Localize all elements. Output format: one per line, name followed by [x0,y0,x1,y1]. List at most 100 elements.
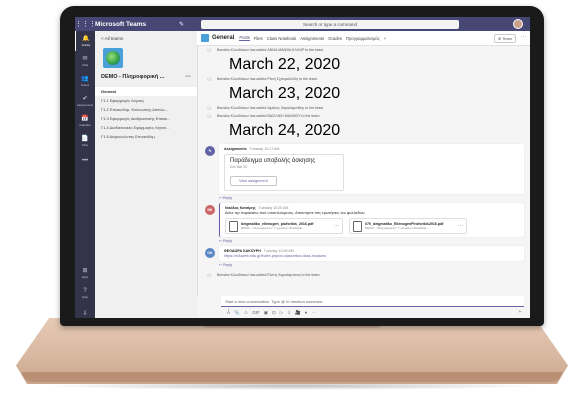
stream-icon[interactable]: ⇩ [287,310,291,316]
message-post: NK Νικόλας Κοτσίρης Tuesday 10:20 AM Δείτ… [205,203,524,237]
system-message: ⚇ Βασιλίκι Κλουδάκου has added ΒΑΣΙΛΙΚΗ Μ… [207,114,321,120]
appbar-calendar[interactable]: 📅 Calendar [75,111,95,131]
laptop-base-edge [22,372,562,382]
search-input[interactable]: Search or type a command [201,19,459,29]
channel-item[interactable]: Γ1.5 Διερευνώντας Εποικοδόμ. [95,132,197,141]
post-author: Assignments [224,147,247,151]
channel-title: General [212,35,235,41]
people-icon: ⚇ [207,273,212,279]
people-icon: ⚇ [207,48,212,54]
emoji-icon[interactable]: ☺ [244,310,249,316]
system-message: ⚇ Βασιλίκι Κλουδάκου has added Ράνη Σχινο… [207,77,318,83]
appbar-label: Help [82,294,88,299]
tab-programming[interactable]: Προγραμματισμός [346,36,380,41]
compose-toolbar: Aͯ 📎 ☺ GIF ▣ ⊡ ▷ ⇩ 🎥 ● ··· [227,310,530,316]
message-feed: ⚇ Βασιλίκι Κλουδάκου has added ΑΝΝΑ ΜΑΝΘΑ… [197,46,530,296]
channel-header: General Posts Files Class Notebook Assig… [197,31,530,46]
people-icon: ⚇ [207,106,212,112]
attachment-card[interactable]: 070_deigmatiko_EllenogenPlroforikis2016.… [349,218,467,234]
tab-class-notebook[interactable]: Class Notebook [267,36,297,41]
appbar-activity[interactable]: 🔔 Activity [75,31,96,51]
attachment-more-icon[interactable]: ··· [458,223,463,229]
channel-item[interactable]: Γ1.4 Διαδικτυακές Εφαρμογές Λέγετε... [95,123,197,132]
header-more-icon[interactable]: ··· [521,34,526,40]
app-launcher-icon[interactable]: ⋮⋮⋮ [75,20,96,28]
record-icon[interactable]: ● [305,310,308,316]
team-more-icon[interactable]: ··· [186,74,192,80]
calendar-icon: 📅 [81,116,89,122]
app-name: Microsoft Teams [95,20,147,28]
teams-icon: 👥 [81,76,89,82]
team-button[interactable]: ⊕ Team [493,34,516,43]
appbar-chat[interactable]: ✉ Chat [75,51,95,71]
post-card: ΘΕΟΔΩΡΑ ΚΑΚΟΥΡΗ Tuesday 10:59 AM https://… [219,246,524,261]
sticker-icon[interactable]: ▣ [264,310,268,316]
video-icon[interactable]: 🎥 [295,310,301,316]
reply-link[interactable]: ↩ Reply [197,261,530,267]
channel-item[interactable]: Γ1.1 Εφαρμογές Λόγους [95,96,197,105]
tab-posts[interactable]: Posts [239,35,250,41]
appbar-teams[interactable]: 👥 Teams [75,71,95,91]
channel-item[interactable]: Γ1.3 Εφαρμογές Διαδραστικής Επικοι... [95,114,197,123]
appbar-files[interactable]: 📄 Files [75,131,95,151]
channel-item-general[interactable]: General [95,87,197,96]
date-divider: March 22, 2020 [229,56,341,73]
attachment-card[interactable]: deigmatiko_ellenogen_ploforikis_2016.pdf… [225,218,343,234]
appbar-help[interactable]: ? Help [75,283,95,303]
post-link[interactable]: https://eduweb.edu.gr/index.php/xx-class… [224,254,519,258]
channel-item[interactable]: Γ1.2 Εποικοδόμ. Κοινωνικής Δικτύω... [95,105,197,114]
post-card: Νικόλας Κοτσίρης Tuesday 10:20 AM Δείτε τ… [219,203,524,237]
format-icon[interactable]: Aͯ [227,310,230,316]
attachment-path: DEMO - Πληροφορική Γ' Γυμνασίου Φυλλάδια… [365,226,429,230]
post-meta: ΘΕΟΔΩΡΑ ΚΑΚΟΥΡΗ Tuesday 10:59 AM [224,249,519,253]
help-icon: ? [83,287,87,294]
new-conversation-input[interactable]: Start a new conversation. Type @ to ment… [221,296,524,307]
appbar-more[interactable]: ••• [75,151,95,171]
avatar: NK [205,205,215,215]
date-divider: March 23, 2020 [229,85,341,102]
tab-assignments[interactable]: Assignments [300,36,324,41]
all-teams-link[interactable]: < All teams [95,31,197,46]
gif-icon[interactable]: GIF [252,310,260,316]
compose-icon[interactable]: ✎ [179,21,193,28]
title-bar: ⋮⋮⋮ Microsoft Teams ✎ Search or type a c… [75,17,530,31]
message-post: OK ΘΕΟΔΩΡΑ ΚΑΚΟΥΡΗ Tuesday 10:59 AM https… [205,246,524,261]
appbar-label: Apps [81,275,89,279]
attachment-more-icon[interactable]: ··· [334,223,339,229]
send-icon[interactable]: ➢ [518,309,522,315]
tab-grades[interactable]: Grades [328,36,342,41]
post-meta: Assignments Tuesday 10:17 AM [224,147,519,151]
download-icon: ⇩ [82,310,88,317]
people-icon: ⚇ [207,77,212,83]
reply-link[interactable]: ↩ Reply [197,194,530,200]
bell-icon: 🔔 [82,36,90,42]
team-name[interactable]: DEMO - Πληροφορική ... ··· [95,70,197,84]
post-card: Assignments Tuesday 10:17 AM Παράδειγμα υ… [219,144,524,194]
assignment-due: Due Mar 25 [230,165,247,169]
deliver-icon[interactable]: ▷ [280,310,283,316]
user-avatar[interactable] [513,19,523,29]
apps-icon: ⊞ [82,268,88,274]
assignment-title: Παράδειγμα υποβολής άσκησης [230,158,316,164]
more-options-icon[interactable]: ··· [311,310,316,316]
meet-icon[interactable]: ⊡ [272,310,276,316]
post-author: ΘΕΟΔΩΡΑ ΚΑΚΟΥΡΗ [224,249,261,253]
appbar-download[interactable]: ⇩ [75,303,95,318]
channel-pane: < All teams DEMO - Πληροφορική ... ··· Ge… [95,31,198,318]
attach-icon[interactable]: 📎 [234,310,240,316]
people-icon: ⚇ [207,114,212,120]
tab-files[interactable]: Files [254,36,263,41]
post-meta: Νικόλας Κοτσίρης Tuesday 10:20 AM [225,206,519,210]
assignment-card[interactable]: Παράδειγμα υποβολής άσκησης Due Mar 25 V… [224,154,344,191]
appbar-apps[interactable]: ⊞ Apps [75,263,95,283]
channel-icon [201,34,209,42]
view-assignment-button[interactable]: View assignment [230,176,277,186]
reply-link[interactable]: ↩ Reply [197,237,530,243]
system-message: ⚇ Βασιλίκι Κλουδάκου has added Ελένη Χαρα… [207,273,321,279]
appbar-label: Files [82,143,88,147]
appbar-assignments[interactable]: ✔ Assignments [75,91,95,111]
teams-window: ⋮⋮⋮ Microsoft Teams ✎ Search or type a c… [75,17,530,318]
post-time: Tuesday 10:20 AM [258,206,289,210]
assignments-avatar: ✎ [205,146,215,156]
add-tab-button[interactable]: + [384,36,386,41]
